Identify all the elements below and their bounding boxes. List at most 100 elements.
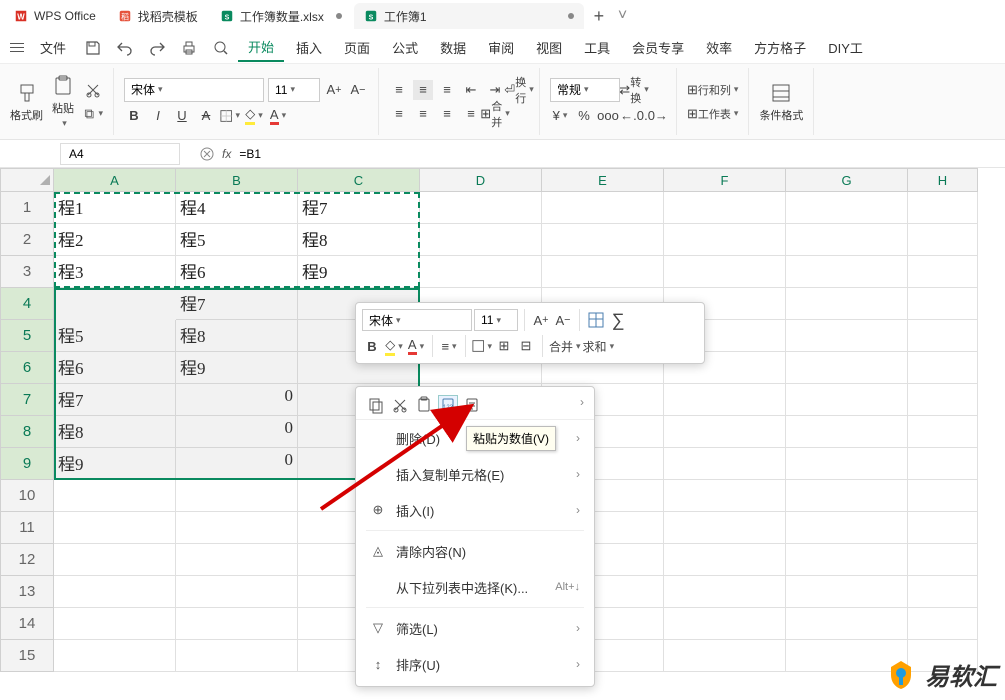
cell[interactable]: 程9 [298,256,420,288]
justify-button[interactable]: ≡ [461,104,481,124]
cell[interactable]: 程6 [176,256,298,288]
cell[interactable]: 程9 [54,448,176,480]
cm-paste-special-button[interactable] [462,395,482,415]
cell[interactable]: 程8 [54,416,176,448]
mini-sum-text[interactable]: 求和 [583,336,615,356]
align-left-button[interactable]: ≡ [389,104,409,124]
menu-formula[interactable]: 公式 [382,34,428,61]
cell[interactable] [786,480,908,512]
cell[interactable] [786,576,908,608]
menu-insert[interactable]: 插入 [286,34,332,61]
cm-sort[interactable]: ↕排序(U) › [356,646,594,682]
rowhead[interactable]: 7 [0,384,54,416]
cell[interactable] [664,256,786,288]
cell[interactable] [176,608,298,640]
cell[interactable] [664,576,786,608]
cell[interactable]: 程6 [54,352,176,384]
cm-clear[interactable]: ◬清除内容(N) [356,533,594,569]
cell[interactable] [664,480,786,512]
cm-filter[interactable]: ▽筛选(L) › [356,610,594,646]
colhead-b[interactable]: B [176,168,298,192]
cell[interactable]: 程5 [176,224,298,256]
cell[interactable] [176,480,298,512]
increase-decimal-button[interactable]: ←.0 [622,106,642,126]
font-family-select[interactable]: 宋体 [124,78,264,102]
formula-input[interactable] [239,147,439,161]
cm-dropdown-select[interactable]: 从下拉列表中选择(K)... Alt+↓ [356,569,594,605]
cell[interactable] [54,512,176,544]
cell[interactable] [786,608,908,640]
mini-increase-font[interactable]: A+ [531,310,551,330]
colhead-g[interactable]: G [786,168,908,192]
cell[interactable] [664,416,786,448]
decrease-decimal-button[interactable]: .0→ [646,106,666,126]
increase-indent-button[interactable]: ⇥ [485,80,505,100]
rows-cols-button[interactable]: ⊞ 行和列 [687,80,738,100]
rowhead[interactable]: 13 [0,576,54,608]
rowhead[interactable]: 4 [0,288,54,320]
cell[interactable]: 程7 [176,288,298,320]
italic-button[interactable]: I [148,106,168,126]
colhead-e[interactable]: E [542,168,664,192]
cell[interactable] [54,576,176,608]
number-format-select[interactable]: 常规 [550,78,620,102]
cell[interactable] [908,608,978,640]
menu-member[interactable]: 会员专享 [622,34,694,61]
mini-merge-text[interactable]: 合并 [549,336,581,356]
font-size-select[interactable]: 11 [268,78,320,102]
cell[interactable] [542,224,664,256]
cell[interactable] [908,416,978,448]
menu-efficiency[interactable]: 效率 [696,34,742,61]
rowhead[interactable]: 5 [0,320,54,352]
cell[interactable] [908,192,978,224]
rowhead[interactable]: 11 [0,512,54,544]
align-top-button[interactable]: ≡ [389,80,409,100]
menu-data[interactable]: 数据 [430,34,476,61]
hamburger-icon[interactable] [10,43,24,52]
cell[interactable] [664,608,786,640]
merge-button[interactable]: ⊞合并 [485,104,505,124]
cell[interactable]: 程7 [298,192,420,224]
cell[interactable] [420,256,542,288]
cell[interactable] [176,640,298,672]
cm-cut-button[interactable] [390,395,410,415]
cell[interactable] [54,544,176,576]
cell[interactable]: 程8 [298,224,420,256]
format-painter-button[interactable]: 格式刷 [10,81,43,123]
undo-icon[interactable] [116,39,134,57]
cell[interactable] [54,608,176,640]
colhead-a[interactable]: A [54,168,176,192]
cell[interactable] [908,224,978,256]
cell[interactable] [542,192,664,224]
cell[interactable]: 程3 [54,256,176,288]
percent-button[interactable]: % [574,106,594,126]
tab-templates[interactable]: 稻 找稻壳模板 [108,3,208,29]
menu-view[interactable]: 视图 [526,34,572,61]
cell[interactable]: 程9 [176,352,298,384]
rowhead[interactable]: 8 [0,416,54,448]
cell[interactable] [420,192,542,224]
cell[interactable] [786,352,908,384]
paste-button[interactable]: 粘贴 [51,74,75,129]
fill-color-button[interactable]: ◇ [244,106,264,126]
rowhead[interactable]: 14 [0,608,54,640]
cell[interactable]: 程2 [54,224,176,256]
cell[interactable] [786,544,908,576]
cm-insert-copy[interactable]: 插入复制单元格(E) › [356,456,594,492]
cell[interactable] [786,192,908,224]
cell[interactable] [664,384,786,416]
cut-button[interactable] [83,80,103,100]
rowhead[interactable]: 9 [0,448,54,480]
bold-button[interactable]: B [124,106,144,126]
print-icon[interactable] [180,39,198,57]
mini-table-button[interactable] [586,310,606,330]
cell[interactable] [420,224,542,256]
cell[interactable] [542,256,664,288]
mini-fill-color[interactable]: ◇ [384,336,404,356]
preview-icon[interactable] [212,39,230,57]
cancel-icon[interactable] [200,147,214,161]
chevron-right-icon[interactable]: › [580,395,584,415]
decrease-indent-button[interactable]: ⇤ [461,80,481,100]
rowhead[interactable]: 10 [0,480,54,512]
cell[interactable]: 程7 [54,384,176,416]
